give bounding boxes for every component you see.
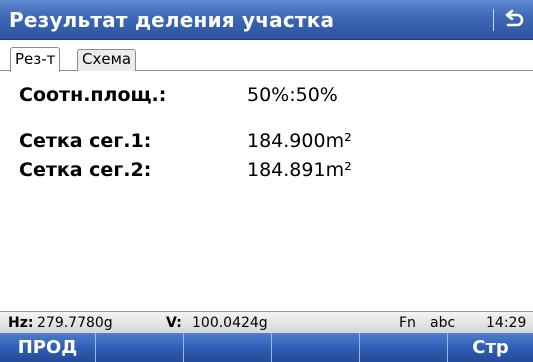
hz-value: 279.7780g (37, 315, 113, 331)
softkey-2[interactable] (96, 333, 184, 362)
back-arrow-icon[interactable] (500, 6, 528, 34)
softkey-bar: ПРОД Стр (0, 333, 533, 362)
segment1-value: 184.900m² (247, 130, 352, 152)
softkey-5[interactable] (360, 333, 448, 362)
softkey-4[interactable] (272, 333, 360, 362)
status-bar: Hz: 279.7780g V: 100.0424g Fn abc 14:29 (0, 311, 533, 333)
softkey-page[interactable]: Стр (448, 333, 533, 362)
area-ratio-label: Соотн.площ.: (19, 84, 167, 106)
segment1-label: Сетка сег.1: (19, 130, 152, 152)
v-value: 100.0424g (192, 315, 268, 331)
input-mode: abc (430, 315, 456, 331)
tab-diagram[interactable]: Схема (77, 49, 137, 71)
softkey-3[interactable] (184, 333, 272, 362)
segment2-label: Сетка сег.2: (19, 159, 152, 181)
tab-result[interactable]: Рез-т (10, 47, 61, 72)
title-bar: Результат деления участка (0, 0, 533, 40)
page-title: Результат деления участка (9, 7, 335, 32)
clock: 14:29 (486, 315, 527, 331)
v-label: V: (166, 315, 182, 331)
area-ratio-value: 50%:50% (247, 84, 338, 106)
segment2-value: 184.891m² (247, 159, 352, 181)
title-separator (493, 9, 494, 31)
tab-bar: Рез-т Схема (0, 41, 533, 72)
softkey-continue[interactable]: ПРОД (0, 333, 96, 362)
fn-indicator: Fn (399, 315, 416, 331)
hz-label: Hz: (8, 315, 34, 331)
